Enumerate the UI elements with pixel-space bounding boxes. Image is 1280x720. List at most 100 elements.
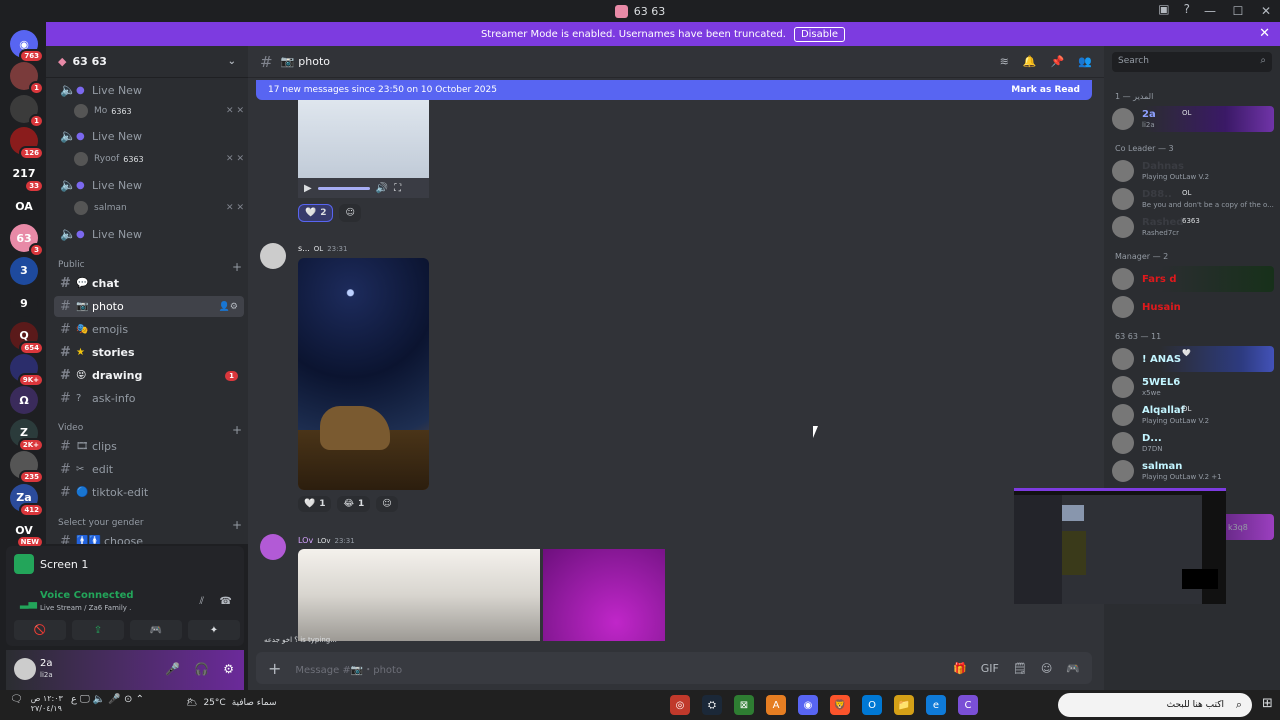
message-composer[interactable]: + Message #📷・photo 🎁 GIF 🗒 ☺ 🎮 [256, 652, 1092, 684]
disable-streamer-button[interactable]: Disable [793, 26, 846, 42]
taskbar-search[interactable]: اكتب هنا للبحث ⌕ [1058, 693, 1252, 717]
channel-choose[interactable]: # 🚹🚺 choose [54, 531, 244, 544]
screen-icon[interactable]: ▣ [1158, 2, 1169, 16]
close-banner-icon[interactable]: ✕ [1259, 26, 1270, 41]
server-icon[interactable]: 1 [10, 62, 44, 96]
category-public[interactable]: Public + [58, 260, 242, 274]
bell-icon[interactable]: 🔔 [1023, 55, 1037, 68]
new-messages-bar[interactable]: 17 new messages since 23:50 on 10 Octobe… [256, 80, 1092, 100]
stream-preview[interactable] [1014, 488, 1226, 604]
discord-icon[interactable]: ◉ [798, 695, 818, 715]
close-button[interactable]: ✕ [1252, 4, 1280, 18]
channel-emojis[interactable]: # 🎭 emojis [54, 319, 244, 340]
microphone-icon[interactable]: 🎤 [165, 662, 180, 676]
member-row[interactable]: Fars d [1112, 266, 1274, 292]
photo-attachment[interactable] [298, 549, 540, 641]
member-row[interactable]: 6363 Rashed Rashed7cr [1112, 214, 1274, 240]
voice-channel[interactable]: 🔈 ● Live New [54, 80, 244, 101]
video-attachment[interactable]: ▶ 🔊 ⛶ [298, 100, 429, 198]
server-icon[interactable]: 126 [10, 127, 44, 161]
notification-icon[interactable]: 🗨 [10, 694, 23, 714]
gift-icon[interactable]: 🎁 [953, 662, 967, 675]
add-reaction-icon[interactable]: ☺ [339, 204, 361, 222]
search-input[interactable]: Search ⌕ [1112, 52, 1272, 72]
server-icon[interactable]: 217 33 [10, 159, 44, 193]
channel-stories[interactable]: # ★ stories [54, 342, 244, 363]
mark-as-read-button[interactable]: Mark as Read [1011, 85, 1080, 95]
server-icon[interactable]: 235 [10, 451, 44, 485]
add-reaction-icon[interactable]: ☺ [376, 496, 398, 512]
category-gender[interactable]: Select your gender + [58, 518, 242, 532]
member-row[interactable]: Dahnas Playing OutLaw V.2 [1112, 158, 1274, 184]
photo-attachment[interactable] [298, 258, 429, 490]
channel-clips[interactable]: # 🎞 clips [54, 436, 244, 457]
message-author[interactable]: LOv [298, 536, 313, 545]
weather-widget[interactable]: 🌥 25°C سماء صافية [186, 698, 277, 708]
voice-channel[interactable]: 🔈 ● Live New [54, 126, 244, 147]
category-video[interactable]: Video + [58, 423, 242, 437]
brave-icon[interactable]: 🦁 [830, 695, 850, 715]
help-icon[interactable]: ? [1184, 2, 1190, 16]
copilot-icon[interactable]: C [958, 695, 978, 715]
server-icon[interactable]: Ω [10, 386, 38, 415]
headphones-icon[interactable]: 🎧 [194, 662, 209, 676]
steam-icon[interactable]: ⛭ [702, 695, 722, 715]
server-icon[interactable]: Z 2K+ [10, 418, 44, 452]
server-icon[interactable]: Q 654 [10, 321, 44, 355]
server-icon[interactable]: 63 3 [10, 224, 44, 258]
member-row[interactable]: 5WEL6 x5we [1112, 374, 1274, 400]
outlook-icon[interactable]: O [862, 695, 882, 715]
voice-user[interactable]: Mo 6363 ✕ ✕ [74, 104, 244, 118]
member-row[interactable]: OL Alqallaf Playing OutLaw V.2 [1112, 402, 1274, 428]
sticker-icon[interactable]: 🗒 [1013, 662, 1027, 675]
member-row[interactable]: OL 2a li2a [1112, 106, 1274, 132]
channel-drawing[interactable]: # 😝 drawing 1 [54, 365, 244, 386]
reaction-laugh[interactable]: 😂 1 [337, 496, 371, 512]
tray-icons[interactable]: ع 🖵 🔈 🎤 ⊙ ⌃ [71, 694, 144, 714]
app-icon[interactable]: ⊠ [734, 695, 754, 715]
member-row[interactable]: Husain [1112, 294, 1274, 320]
server-icon[interactable]: 9 [10, 289, 38, 318]
reaction-heart[interactable]: 🤍 2 [298, 204, 334, 222]
members-icon[interactable]: 👥 [1078, 55, 1092, 68]
server-icon[interactable]: ◉ 763 [10, 30, 44, 63]
attach-icon[interactable]: + [268, 659, 281, 678]
channel-tiktok-edit[interactable]: # 🔵 tiktok-edit [54, 482, 244, 503]
add-channel-icon[interactable]: + [232, 518, 242, 532]
channel-edit[interactable]: # ✂ edit [54, 459, 244, 480]
voice-user[interactable]: Ryoof 6363 ✕ ✕ [74, 152, 244, 166]
play-icon[interactable]: ▶ [304, 183, 312, 194]
volume-icon[interactable]: 🔊 [376, 183, 388, 194]
channel-settings-icons[interactable]: 👤⚙ [219, 302, 238, 312]
message-author[interactable]: s... [298, 244, 310, 253]
clock[interactable]: ١٢:٠٣ ص ٢٧/٠٤/١٩ [31, 694, 63, 714]
server-header[interactable]: ◆ 63 63 ⌄ [46, 46, 248, 78]
photo-attachment[interactable] [543, 549, 665, 641]
camera-off-button[interactable]: 🚫 [14, 620, 66, 640]
avatar[interactable] [260, 243, 286, 269]
app-icon[interactable]: ◎ [670, 695, 690, 715]
pin-icon[interactable]: 📌 [1051, 55, 1065, 68]
voice-status[interactable]: Voice Connected [40, 590, 134, 601]
voice-user[interactable]: salman ✕ ✕ [74, 201, 244, 215]
folder-icon[interactable]: 📁 [894, 695, 914, 715]
add-channel-icon[interactable]: + [232, 260, 242, 274]
server-icon[interactable]: OV NEW [10, 516, 44, 549]
maximize-button[interactable]: ☐ [1224, 4, 1252, 18]
settings-icon[interactable]: ⚙ [223, 662, 234, 676]
voice-channel[interactable]: 🔈 ● Live New [54, 175, 244, 196]
emoji-icon[interactable]: ☺ [1041, 662, 1052, 675]
progress-bar[interactable] [317, 186, 370, 190]
member-row[interactable]: OL D88.. Be you and don't be a copy of the… [1112, 186, 1274, 212]
apps-icon[interactable]: 🎮 [1066, 662, 1080, 675]
server-icon[interactable]: 1 [10, 94, 44, 128]
fullscreen-icon[interactable]: ⛶ [394, 183, 401, 194]
member-row[interactable]: salman Playing OutLaw V.2 +1 [1112, 458, 1274, 484]
screen-share-button[interactable]: ⇪ [72, 620, 124, 640]
activity-button[interactable]: 🎮 [130, 620, 182, 640]
threads-icon[interactable]: ≋ [1000, 55, 1009, 68]
member-row[interactable]: D... D7DN [1112, 430, 1274, 456]
message-input[interactable]: Message #📷・photo [295, 661, 402, 676]
server-icon[interactable]: 3 [10, 256, 38, 285]
minimize-button[interactable]: — [1196, 4, 1224, 18]
